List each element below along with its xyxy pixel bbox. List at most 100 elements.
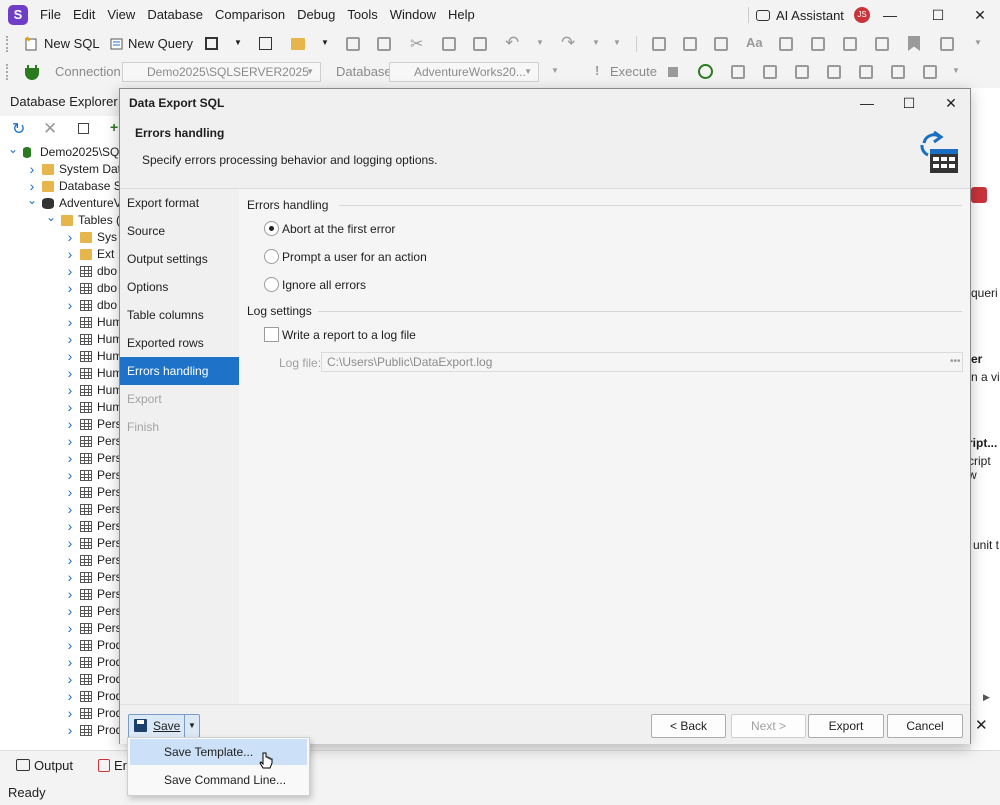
tree-node[interactable]: › dbo: [0, 263, 130, 280]
tree-node[interactable]: › Pers: [0, 620, 130, 637]
scroll-right-icon[interactable]: ▶: [983, 692, 990, 703]
write-log-checkbox[interactable]: [264, 327, 279, 342]
collapsed-chevron-icon[interactable]: ›: [65, 382, 75, 399]
collapsed-chevron-icon[interactable]: ›: [65, 467, 75, 484]
save-icon[interactable]: [346, 37, 360, 51]
minimize-button[interactable]: —: [870, 0, 910, 30]
tree-node[interactable]: › Hum: [0, 399, 130, 416]
explorer-title[interactable]: Database Explorer - D: [0, 88, 130, 137]
menu-file[interactable]: File: [34, 0, 67, 30]
menu-tools[interactable]: Tools: [341, 0, 383, 30]
tree-node[interactable]: › Pers: [0, 484, 130, 501]
add-icon[interactable]: +: [110, 119, 118, 135]
toolbar-grip[interactable]: [6, 64, 9, 80]
new-sql-button[interactable]: New SQL: [44, 35, 100, 53]
menu-database[interactable]: Database: [141, 0, 209, 30]
collapsed-chevron-icon[interactable]: ›: [65, 263, 75, 280]
expanded-chevron-icon[interactable]: ⌄: [27, 194, 37, 206]
ignore-errors-label[interactable]: Ignore all errors: [282, 278, 366, 292]
collapsed-chevron-icon[interactable]: ›: [65, 637, 75, 654]
save-dropdown-arrow[interactable]: ▼: [184, 715, 199, 737]
tree-node[interactable]: › dbo: [0, 280, 130, 297]
uppercase-icon[interactable]: Aa: [746, 35, 763, 50]
collapsed-chevron-icon[interactable]: ›: [65, 603, 75, 620]
bookmark-nav-icon[interactable]: [940, 37, 954, 51]
tree-node[interactable]: › Prod: [0, 705, 130, 722]
cut-icon[interactable]: ✂: [410, 34, 423, 54]
database-select[interactable]: AdventureWorks20... ▼: [389, 62, 539, 82]
tree-node[interactable]: › Prod: [0, 688, 130, 705]
connection-select[interactable]: Demo2025\SQLSERVER2025 ▼: [122, 62, 321, 82]
tree-node[interactable]: › Prod: [0, 671, 130, 688]
abort-first-error-radio[interactable]: [264, 221, 279, 236]
redo-icon[interactable]: ↷: [561, 33, 575, 53]
save-button[interactable]: Save: [129, 715, 184, 737]
collapsed-chevron-icon[interactable]: ›: [65, 671, 75, 688]
collapsed-chevron-icon[interactable]: ›: [65, 433, 75, 450]
collapsed-chevron-icon[interactable]: ›: [65, 365, 75, 382]
collapsed-chevron-icon[interactable]: ›: [65, 450, 75, 467]
collapsed-chevron-icon[interactable]: ›: [65, 280, 75, 297]
prompt-user-radio[interactable]: [264, 249, 279, 264]
avatar[interactable]: JS: [854, 7, 870, 23]
collapsed-chevron-icon[interactable]: ›: [65, 246, 75, 263]
tree-node[interactable]: › Pers: [0, 467, 130, 484]
maximize-button[interactable]: ☐: [918, 0, 958, 30]
tree-node[interactable]: › Pers: [0, 416, 130, 433]
chevron-down-icon[interactable]: ▼: [536, 38, 544, 47]
collapsed-chevron-icon[interactable]: ›: [65, 399, 75, 416]
paste-icon[interactable]: [473, 37, 487, 51]
open-folder-icon[interactable]: [291, 38, 305, 50]
delete-icon[interactable]: ✕: [43, 120, 57, 137]
plan-icon[interactable]: [731, 65, 745, 79]
collapsed-chevron-icon[interactable]: ›: [65, 620, 75, 637]
tree-node[interactable]: › Pers: [0, 535, 130, 552]
grid-icon[interactable]: [795, 65, 809, 79]
new-query-button[interactable]: New Query: [128, 35, 193, 53]
chevron-down-icon[interactable]: ▼: [613, 38, 621, 47]
menu-help[interactable]: Help: [442, 0, 481, 30]
refresh-icon[interactable]: ↻: [12, 122, 25, 138]
tree-node[interactable]: › Pers: [0, 518, 130, 535]
chevron-down-icon[interactable]: ▼: [952, 66, 960, 75]
tree-node[interactable]: › Pers: [0, 552, 130, 569]
nav-table-columns[interactable]: Table columns: [120, 301, 239, 329]
prompt-user-label[interactable]: Prompt a user for an action: [282, 250, 427, 264]
menu-view[interactable]: View: [101, 0, 141, 30]
outdent-icon[interactable]: [811, 37, 825, 51]
tree-node[interactable]: › Pers: [0, 586, 130, 603]
collapsed-chevron-icon[interactable]: ›: [65, 722, 75, 739]
tree-node[interactable]: › Pers: [0, 433, 130, 450]
nav-source[interactable]: Source: [120, 217, 239, 245]
collapsed-chevron-icon[interactable]: ›: [65, 484, 75, 501]
save-command-line-menu-item[interactable]: Save Command Line...: [130, 767, 307, 793]
tree-node[interactable]: ⌄ Tables (: [0, 211, 130, 229]
close-tab-icon[interactable]: ✕: [975, 716, 988, 734]
tree-node[interactable]: › Hum: [0, 382, 130, 399]
collapsed-chevron-icon[interactable]: ›: [65, 535, 75, 552]
undo-icon[interactable]: ↶: [505, 33, 519, 53]
ai-assistant-button[interactable]: AI Assistant: [756, 0, 844, 30]
collapsed-chevron-icon[interactable]: ›: [65, 331, 75, 348]
tree-node[interactable]: › Hum: [0, 314, 130, 331]
tree-node[interactable]: › Sys: [0, 229, 130, 246]
tree-node[interactable]: › Hum: [0, 348, 130, 365]
chevron-down-icon[interactable]: ▼: [551, 66, 559, 75]
collapsed-chevron-icon[interactable]: ›: [65, 416, 75, 433]
abort-first-error-label[interactable]: Abort at the first error: [282, 222, 395, 236]
wrap-icon[interactable]: [875, 37, 889, 51]
indent-icon[interactable]: [779, 37, 793, 51]
menu-comparison[interactable]: Comparison: [209, 0, 291, 30]
ignore-errors-radio[interactable]: [264, 277, 279, 292]
tree-node[interactable]: › Hum: [0, 365, 130, 382]
collapsed-chevron-icon[interactable]: ›: [65, 552, 75, 569]
save-template-menu-item[interactable]: Save Template...: [130, 739, 307, 765]
collapsed-chevron-icon[interactable]: ›: [65, 654, 75, 671]
menu-debug[interactable]: Debug: [291, 0, 341, 30]
cancel-button[interactable]: Cancel: [887, 714, 963, 738]
collapsed-chevron-icon[interactable]: ›: [65, 518, 75, 535]
write-log-label[interactable]: Write a report to a log file: [282, 328, 416, 342]
menu-edit[interactable]: Edit: [67, 0, 101, 30]
format-icon[interactable]: [652, 37, 666, 51]
history-icon[interactable]: [698, 64, 713, 79]
